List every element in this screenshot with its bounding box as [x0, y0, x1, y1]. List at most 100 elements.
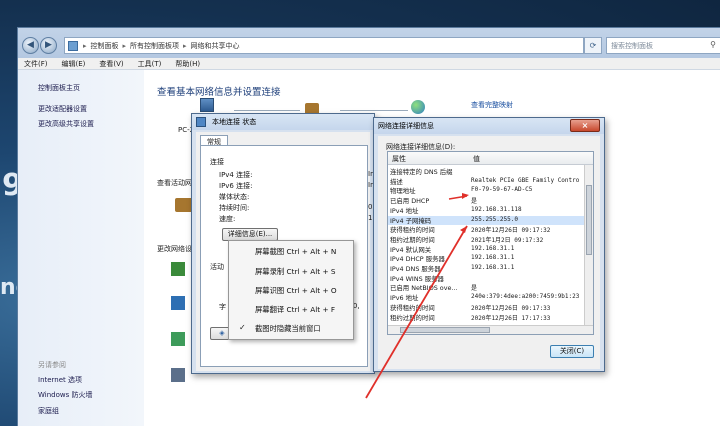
value-cell: 2020年12月26日 09:17:33 [471, 304, 551, 312]
address-bar[interactable]: ▸ 控制面板 ▸ 所有控制面板项 ▸ 网络和共享中心 [64, 37, 584, 54]
property-cell: 已启用 NetBIOS ove... [390, 284, 458, 293]
breadcrumb-item[interactable]: 控制面板 [91, 41, 119, 51]
network-icon [196, 117, 206, 127]
horizontal-scrollbar[interactable] [388, 325, 593, 334]
computer-icon [200, 98, 214, 112]
value-cell: 240e:379:4dee:a200:7459:9b1:23 [471, 293, 580, 301]
control-panel-icon [68, 41, 78, 51]
property-cell: 租约过期的时间 [390, 313, 435, 322]
value-cell: 2020年12月26日 09:17:32 [471, 227, 551, 235]
homegroup-icon [171, 332, 185, 346]
menu-item-hide-window[interactable]: 截图时隐藏当前窗口 [255, 324, 321, 334]
search-input[interactable]: 搜索控制面板 ⚲ [606, 37, 720, 54]
scroll-thumb[interactable] [400, 327, 490, 333]
list-header: 属性 值 [388, 152, 593, 165]
chevron-right-icon: ▸ [83, 41, 87, 50]
breadcrumb-item[interactable]: 网络和共享中心 [191, 41, 240, 51]
property-cell: IPv4 默认网关 [390, 245, 432, 254]
search-icon: ⚲ [710, 40, 716, 49]
table-row[interactable]: IPv4 子网掩码 255.255.255.0 [388, 215, 593, 225]
value-cell: 192.168.31.118 [471, 205, 522, 213]
table-row[interactable]: IPv4 地址 192.168.31.118 [388, 205, 593, 216]
back-button[interactable]: ◀ [22, 37, 39, 54]
change-settings-label: 更改网络设 [157, 245, 192, 253]
shield-icon: ◈ [219, 329, 225, 337]
bytes-label: 字 [219, 303, 226, 311]
connection-group-title: 连接 [210, 158, 224, 166]
value-cell: 192.168.31.1 [471, 254, 515, 262]
property-cell: IPv4 WINS 服务器 [390, 274, 444, 283]
value-cell: 255.255.255.0 [471, 215, 518, 223]
menu-edit[interactable]: 编辑(E) [62, 59, 86, 69]
table-row[interactable]: 连接特定的 DNS 后缀 [388, 167, 593, 177]
table-row[interactable]: IPv6 地址 240e:379:4dee:a200:7459:9b1:23 [388, 293, 593, 303]
troubleshoot-icon [171, 368, 185, 382]
connect-network-icon [171, 296, 185, 310]
status-value: 1 [368, 214, 373, 222]
table-row[interactable]: IPv4 WINS 服务器 [388, 274, 593, 284]
details-list[interactable]: 属性 值 连接特定的 DNS 后缀 描述 Realtek PCIe GBE Fami… [387, 151, 594, 335]
chevron-right-icon: ▸ [183, 41, 187, 50]
property-cell: 已启用 DHCP [390, 197, 430, 206]
page-title: 查看基本网络信息并设置连接 [157, 87, 281, 98]
table-row[interactable]: 租约过期的时间 2021年1月2日 09:17:32 [388, 235, 593, 245]
table-row[interactable]: 物理地址 F0-79-59-67-AD-C5 [388, 186, 593, 196]
link-change-adapter[interactable]: 更改适配器设置 [38, 104, 87, 114]
activity-group-title: 活动 [210, 263, 224, 271]
new-connection-icon [171, 262, 185, 276]
active-network-label: 查看活动网 [157, 179, 192, 187]
left-pane: 控制面板主页 更改适配器设置 更改高级共享设置 另请参阅 Internet 选项… [18, 70, 144, 426]
value-cell: 2020年12月26日 17:17:33 [471, 314, 551, 322]
property-cell: IPv4 DHCP 服务器 [390, 255, 445, 264]
link-firewall[interactable]: Windows 防火墙 [38, 390, 92, 400]
table-row[interactable]: IPv4 DHCP 服务器 192.168.31.1 [388, 254, 593, 264]
dialog-title: 本地连接 状态 [192, 114, 374, 130]
menu-tools[interactable]: 工具(T) [138, 59, 162, 69]
menu-file[interactable]: 文件(F) [24, 59, 48, 69]
menu-item-screen-translate[interactable]: 屏幕翻译 Ctrl + Alt + F [255, 305, 335, 315]
status-label: 持续时间: [219, 204, 250, 212]
network-line [340, 110, 408, 111]
table-row[interactable]: 描述 Realtek PCIe GBE Family Contro [388, 177, 593, 187]
menu-item-screen-ocr[interactable]: 屏幕识图 Ctrl + Alt + O [255, 286, 337, 296]
status-value: 0 [368, 203, 373, 211]
status-label: IPv6 连接: [219, 182, 253, 190]
table-row[interactable]: 已启用 DHCP 是 [388, 196, 593, 206]
value-cell: 2021年1月2日 09:17:32 [471, 236, 544, 244]
link-control-panel-home[interactable]: 控制面板主页 [38, 83, 80, 93]
link-full-map[interactable]: 查看完整映射 [471, 100, 513, 110]
vertical-scrollbar[interactable] [584, 165, 593, 325]
refresh-icon[interactable]: ⟳ [584, 37, 602, 54]
value-cell: 是 [471, 198, 478, 206]
value-cell: 192.168.31.1 [471, 264, 515, 271]
menu-help[interactable]: 帮助(H) [175, 59, 200, 69]
close-button[interactable]: 关闭(C) [550, 345, 594, 358]
column-header-value[interactable]: 值 [473, 154, 480, 164]
property-cell: 连接特定的 DNS 后缀 [390, 168, 453, 176]
scroll-thumb[interactable] [586, 185, 592, 255]
table-row[interactable]: 获得租约的时间 2020年12月26日 09:17:33 [388, 303, 593, 313]
breadcrumb-item[interactable]: 所有控制面板项 [130, 41, 179, 51]
table-row[interactable]: 已启用 NetBIOS ove... 是 [388, 283, 593, 293]
property-cell: IPv4 子网掩码 [390, 216, 432, 225]
table-row[interactable]: IPv4 DNS 服务器 192.168.31.1 [388, 264, 593, 274]
close-icon[interactable]: × [570, 119, 600, 132]
property-cell: 物理地址 [390, 187, 416, 196]
forward-button[interactable]: ▶ [40, 37, 57, 54]
link-homegroup[interactable]: 家庭组 [38, 406, 59, 416]
table-row[interactable]: IPv4 默认网关 192.168.31.1 [388, 245, 593, 255]
menu-item-screenshot[interactable]: 屏幕截图 Ctrl + Alt + N [255, 247, 336, 257]
status-label: IPv4 连接: [219, 171, 253, 179]
property-cell: IPv4 DNS 服务器 [390, 265, 441, 273]
screenshot-context-menu: 屏幕截图 Ctrl + Alt + N 屏幕录制 Ctrl + Alt + S … [228, 240, 354, 340]
link-advanced-sharing[interactable]: 更改高级共享设置 [38, 119, 94, 129]
status-label: 媒体状态: [219, 193, 250, 201]
table-row[interactable]: 租约过期的时间 2020年12月26日 17:17:33 [388, 313, 593, 323]
property-cell: IPv6 地址 [390, 294, 419, 303]
menu-view[interactable]: 查看(V) [99, 59, 123, 69]
link-internet-options[interactable]: Internet 选项 [38, 375, 82, 385]
column-header-property[interactable]: 属性 [392, 154, 406, 164]
table-row[interactable]: 获得租约的时间 2020年12月26日 09:17:32 [388, 225, 593, 235]
property-cell: IPv4 地址 [390, 206, 419, 215]
menu-item-screen-record[interactable]: 屏幕录制 Ctrl + Alt + S [255, 267, 336, 277]
